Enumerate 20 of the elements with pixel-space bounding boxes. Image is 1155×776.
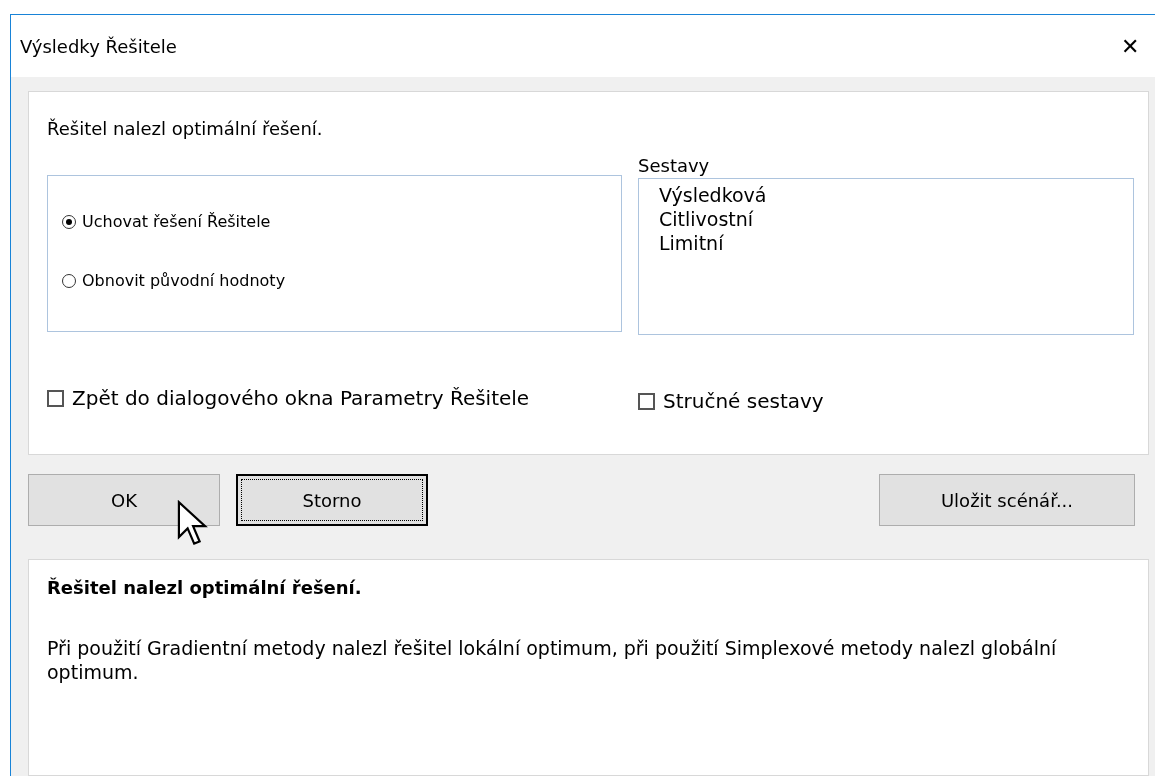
status-message: Řešitel nalezl optimální řešení.: [47, 118, 324, 139]
checkbox-option[interactable]: Stručné sestavy: [638, 389, 824, 413]
reports-label: Sestavy: [638, 155, 710, 176]
checkbox-option[interactable]: Zpět do dialogového okna Parametry Řešitele: [47, 386, 622, 410]
dialog-button[interactable]: OK: [28, 474, 220, 526]
radio-option[interactable]: Uchovat řešení Řešitele: [62, 212, 621, 231]
window-title: Výsledky Řešitele: [20, 35, 177, 57]
dialog-button[interactable]: Uložit scénář...: [879, 474, 1135, 526]
checkbox[interactable]: [638, 392, 655, 410]
description-title: Řešitel nalezl optimální řešení.: [47, 577, 362, 598]
reports-list[interactable]: Výsledková Citlivostní Limitní: [638, 178, 1134, 335]
close-button[interactable]: ✕: [1111, 29, 1149, 63]
list-item[interactable]: Citlivostní: [659, 207, 754, 231]
checkbox[interactable]: [47, 389, 64, 407]
list-item[interactable]: Výsledková: [659, 183, 767, 207]
description-text: Při použití Gradientní metody nalezl řešitel lokální optimum, při použití Simplexové metody nalezl globální optimum.: [47, 636, 1058, 684]
dialog-button[interactable]: Storno: [236, 474, 428, 526]
radio-option[interactable]: Obnovit původní hodnoty: [62, 271, 621, 290]
list-item[interactable]: Limitní: [659, 231, 724, 255]
pointer-cursor-icon: [176, 500, 208, 548]
